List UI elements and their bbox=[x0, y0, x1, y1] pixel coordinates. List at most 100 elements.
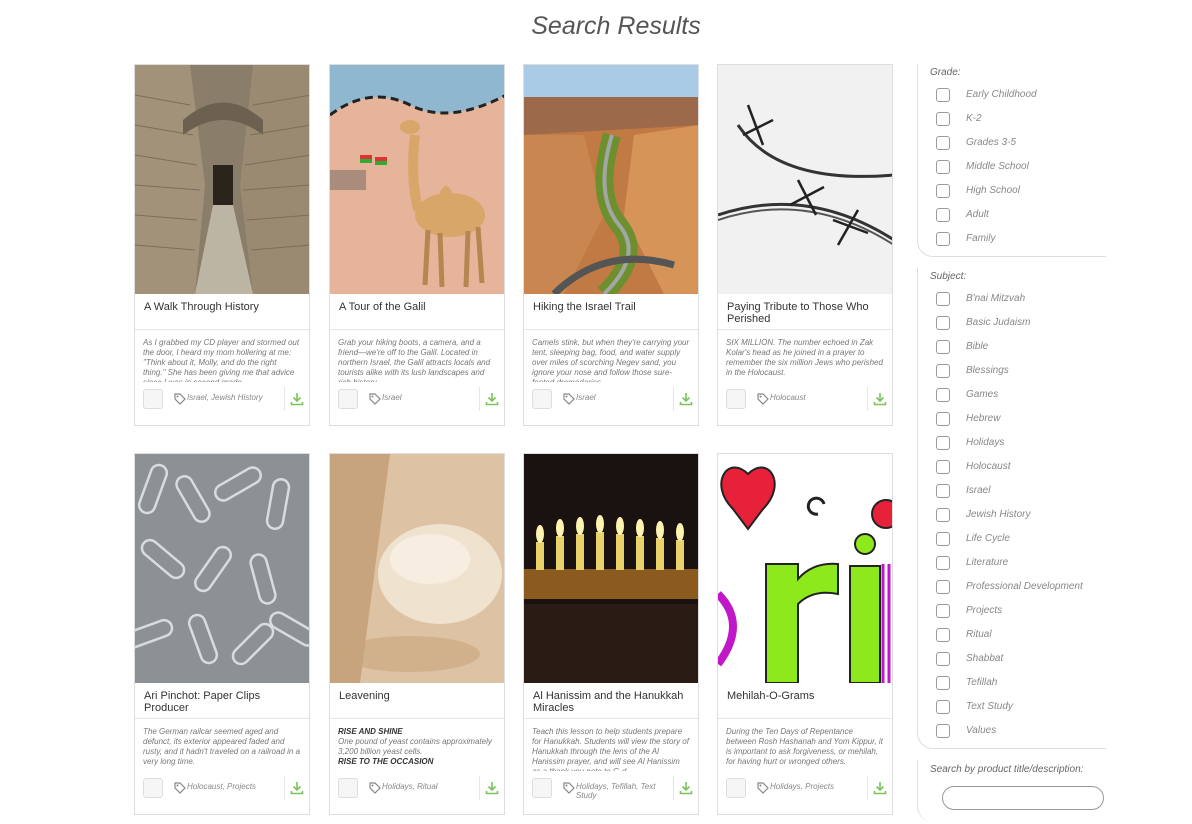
divider bbox=[479, 387, 480, 411]
subject-option-label[interactable]: B'nai Mitzvah bbox=[966, 293, 1025, 304]
download-icon[interactable] bbox=[485, 781, 499, 795]
select-checkbox[interactable] bbox=[726, 778, 746, 798]
subject-checkbox[interactable] bbox=[936, 628, 950, 642]
card-tags: Israel bbox=[576, 393, 596, 402]
subject-checkbox[interactable] bbox=[936, 316, 950, 330]
grade-option-label[interactable]: Family bbox=[966, 233, 995, 244]
subject-option-label[interactable]: Holocaust bbox=[966, 461, 1010, 472]
subject-option-label[interactable]: Hebrew bbox=[966, 413, 1000, 424]
subject-option-label[interactable]: Blessings bbox=[966, 365, 1009, 376]
grade-checkbox[interactable] bbox=[936, 232, 950, 246]
card-title[interactable]: A Walk Through History bbox=[144, 301, 303, 313]
subject-option-label[interactable]: Israel bbox=[966, 485, 990, 496]
grade-checkbox[interactable] bbox=[936, 88, 950, 102]
product-card[interactable]: Leavening RISE AND SHINE One pound of ye… bbox=[329, 453, 505, 815]
card-tags: Israel, Jewish History bbox=[187, 393, 263, 402]
grade-checkbox[interactable] bbox=[936, 184, 950, 198]
select-checkbox[interactable] bbox=[532, 778, 552, 798]
subject-checkbox[interactable] bbox=[936, 532, 950, 546]
card-image-barbed-wire[interactable] bbox=[718, 65, 892, 294]
subject-option-label[interactable]: Games bbox=[966, 389, 998, 400]
subject-option-label[interactable]: Shabbat bbox=[966, 653, 1003, 664]
grade-checkbox[interactable] bbox=[936, 136, 950, 150]
card-title[interactable]: Mehilah-O-Grams bbox=[727, 690, 886, 702]
subject-checkbox[interactable] bbox=[936, 580, 950, 594]
grade-checkbox[interactable] bbox=[936, 112, 950, 126]
card-image-camel-map[interactable] bbox=[330, 65, 504, 294]
product-card[interactable]: A Walk Through History As I grabbed my C… bbox=[134, 64, 310, 426]
subject-checkbox[interactable] bbox=[936, 412, 950, 426]
grade-option-label[interactable]: K-2 bbox=[966, 113, 982, 124]
select-checkbox[interactable] bbox=[143, 389, 163, 409]
card-title[interactable]: Hiking the Israel Trail bbox=[533, 301, 692, 313]
grade-checkbox[interactable] bbox=[936, 208, 950, 222]
product-card[interactable]: A Tour of the Galil Grab your hiking boo… bbox=[329, 64, 505, 426]
select-checkbox[interactable] bbox=[338, 389, 358, 409]
card-image-colorful-letters[interactable] bbox=[718, 454, 892, 683]
subject-option-label[interactable]: Values bbox=[966, 725, 996, 736]
subject-checkbox[interactable] bbox=[936, 724, 950, 738]
subject-checkbox[interactable] bbox=[936, 484, 950, 498]
subject-option-label[interactable]: Professional Development bbox=[966, 581, 1083, 592]
card-title[interactable]: Ari Pinchot: Paper Clips Producer bbox=[144, 690, 303, 714]
download-icon[interactable] bbox=[290, 392, 304, 406]
grade-option-label[interactable]: Early Childhood bbox=[966, 89, 1037, 100]
subject-option-label[interactable]: Life Cycle bbox=[966, 533, 1010, 544]
grade-option-label[interactable]: High School bbox=[966, 185, 1020, 196]
subject-checkbox[interactable] bbox=[936, 388, 950, 402]
product-card[interactable]: Ari Pinchot: Paper Clips Producer The Ge… bbox=[134, 453, 310, 815]
subject-checkbox[interactable] bbox=[936, 460, 950, 474]
select-checkbox[interactable] bbox=[726, 389, 746, 409]
subject-label: Subject: bbox=[930, 271, 967, 282]
card-title[interactable]: A Tour of the Galil bbox=[339, 301, 498, 313]
subject-option-label[interactable]: Projects bbox=[966, 605, 1002, 616]
subject-checkbox[interactable] bbox=[936, 508, 950, 522]
product-card[interactable]: Mehilah-O-Grams During the Ten Days of R… bbox=[717, 453, 893, 815]
subject-option-label[interactable]: Basic Judaism bbox=[966, 317, 1030, 328]
subject-option-label[interactable]: Tefillah bbox=[966, 677, 997, 688]
grade-option-label[interactable]: Grades 3-5 bbox=[966, 137, 1016, 148]
card-image-stone-alley[interactable] bbox=[135, 65, 309, 294]
search-label: Search by product title/description: bbox=[930, 764, 1084, 775]
download-icon[interactable] bbox=[290, 781, 304, 795]
subject-option-label[interactable]: Literature bbox=[966, 557, 1008, 568]
card-image-desert-canyon[interactable] bbox=[524, 65, 698, 294]
download-icon[interactable] bbox=[873, 392, 887, 406]
subject-checkbox[interactable] bbox=[936, 292, 950, 306]
page-title: Search Results bbox=[531, 12, 701, 40]
grade-checkbox[interactable] bbox=[936, 160, 950, 174]
download-icon[interactable] bbox=[679, 392, 693, 406]
card-image-bread-dough[interactable] bbox=[330, 454, 504, 683]
divider bbox=[135, 718, 309, 719]
download-icon[interactable] bbox=[485, 392, 499, 406]
select-checkbox[interactable] bbox=[338, 778, 358, 798]
select-checkbox[interactable] bbox=[532, 389, 552, 409]
card-title[interactable]: Leavening bbox=[339, 690, 498, 702]
subject-option-label[interactable]: Bible bbox=[966, 341, 988, 352]
subject-checkbox[interactable] bbox=[936, 364, 950, 378]
download-icon[interactable] bbox=[679, 781, 693, 795]
subject-option-label[interactable]: Ritual bbox=[966, 629, 992, 640]
subject-option-label[interactable]: Holidays bbox=[966, 437, 1004, 448]
subject-checkbox[interactable] bbox=[936, 604, 950, 618]
select-checkbox[interactable] bbox=[143, 778, 163, 798]
card-image-paper-clips[interactable] bbox=[135, 454, 309, 683]
subject-option-label[interactable]: Jewish History bbox=[966, 509, 1030, 520]
product-card[interactable]: Paying Tribute to Those Who Perished SIX… bbox=[717, 64, 893, 426]
card-title[interactable]: Paying Tribute to Those Who Perished bbox=[727, 301, 886, 325]
card-title[interactable]: Al Hanissim and the Hanukkah Miracles bbox=[533, 690, 692, 714]
subject-option-label[interactable]: Text Study bbox=[966, 701, 1013, 712]
search-input[interactable] bbox=[942, 786, 1104, 810]
card-image-menorah-candles[interactable] bbox=[524, 454, 698, 683]
product-card[interactable]: Al Hanissim and the Hanukkah Miracles Te… bbox=[523, 453, 699, 815]
subject-checkbox[interactable] bbox=[936, 436, 950, 450]
subject-checkbox[interactable] bbox=[936, 652, 950, 666]
subject-checkbox[interactable] bbox=[936, 340, 950, 354]
product-card[interactable]: Hiking the Israel Trail Camels stink, bu… bbox=[523, 64, 699, 426]
subject-checkbox[interactable] bbox=[936, 700, 950, 714]
grade-option-label[interactable]: Middle School bbox=[966, 161, 1029, 172]
download-icon[interactable] bbox=[873, 781, 887, 795]
grade-option-label[interactable]: Adult bbox=[966, 209, 989, 220]
subject-checkbox[interactable] bbox=[936, 676, 950, 690]
subject-checkbox[interactable] bbox=[936, 556, 950, 570]
